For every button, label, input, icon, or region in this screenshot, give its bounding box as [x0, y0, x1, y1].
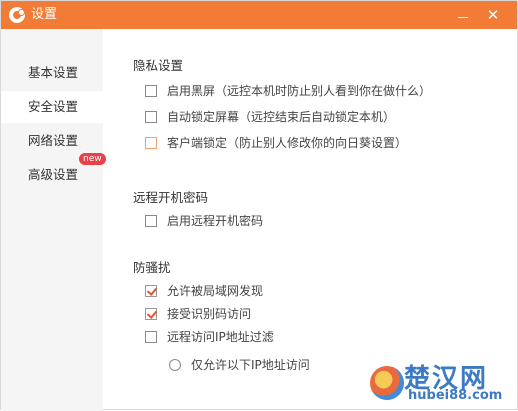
sidebar-item-advanced[interactable]: 高级设置 new: [1, 153, 106, 191]
section-title-privacy: 隐私设置: [133, 58, 184, 73]
autolock-label: 自动锁定屏幕（远控结束后自动锁定本机）: [167, 110, 396, 124]
lan-discovery-label: 允许被局域网发现: [167, 284, 264, 298]
watermark-logo-icon: [370, 366, 404, 400]
title-bar: 设置 ✕: [1, 1, 517, 29]
close-button[interactable]: ✕: [483, 5, 503, 25]
sidebar-item-security[interactable]: 安全设置: [1, 91, 103, 123]
site-watermark: 楚汉网 hubei88.com: [356, 356, 516, 408]
settings-content: 隐私设置 启用黑屏（远控本机时防止别人看到你在做什么） 自动锁定屏幕（远控结束后…: [103, 29, 518, 411]
ip-whitelist-radio[interactable]: [169, 359, 181, 371]
watermark-url: hubei88.com: [408, 388, 503, 403]
sidebar-item-label: 高级设置: [28, 167, 79, 182]
sidebar: 基本设置 安全设置 网络设置 高级设置 new: [1, 29, 106, 411]
sidebar-item-label: 网络设置: [28, 133, 79, 148]
remote-boot-password-checkbox[interactable]: [145, 215, 157, 227]
sidebar-item-basic[interactable]: 基本设置: [1, 57, 103, 89]
section-title-harassment: 防骚扰: [133, 260, 171, 275]
new-badge: new: [79, 153, 106, 165]
remote-boot-password-label: 启用远程开机密码: [167, 214, 264, 228]
blackscreen-label: 启用黑屏（远控本机时防止别人看到你在做什么）: [167, 84, 432, 98]
id-code-access-checkbox[interactable]: [145, 308, 157, 320]
ip-whitelist-label: 仅允许以下IP地址访问: [191, 358, 310, 372]
ip-filter-checkbox[interactable]: [145, 331, 157, 343]
minimize-button[interactable]: [453, 5, 473, 25]
sidebar-item-label: 安全设置: [28, 99, 79, 114]
section-title-remote-boot: 远程开机密码: [133, 190, 209, 205]
close-icon: ✕: [486, 6, 500, 24]
settings-window: 设置 ✕ 基本设置 安全设置 网络设置 高级设置 new 隐私设置 启用黑屏（远…: [0, 0, 518, 411]
lan-discovery-checkbox[interactable]: [145, 285, 157, 297]
sidebar-item-label: 基本设置: [28, 65, 79, 80]
client-lock-checkbox[interactable]: [145, 137, 157, 149]
blackscreen-checkbox[interactable]: [145, 85, 157, 97]
window-title: 设置: [31, 7, 58, 22]
sunflower-app-icon: [9, 7, 25, 23]
autolock-checkbox[interactable]: [145, 111, 157, 123]
ip-filter-label: 远程访问IP地址过滤: [167, 330, 274, 344]
id-code-access-label: 接受识别码访问: [167, 307, 252, 321]
client-lock-label: 客户端锁定（防止别人修改你的向日葵设置）: [167, 136, 408, 150]
